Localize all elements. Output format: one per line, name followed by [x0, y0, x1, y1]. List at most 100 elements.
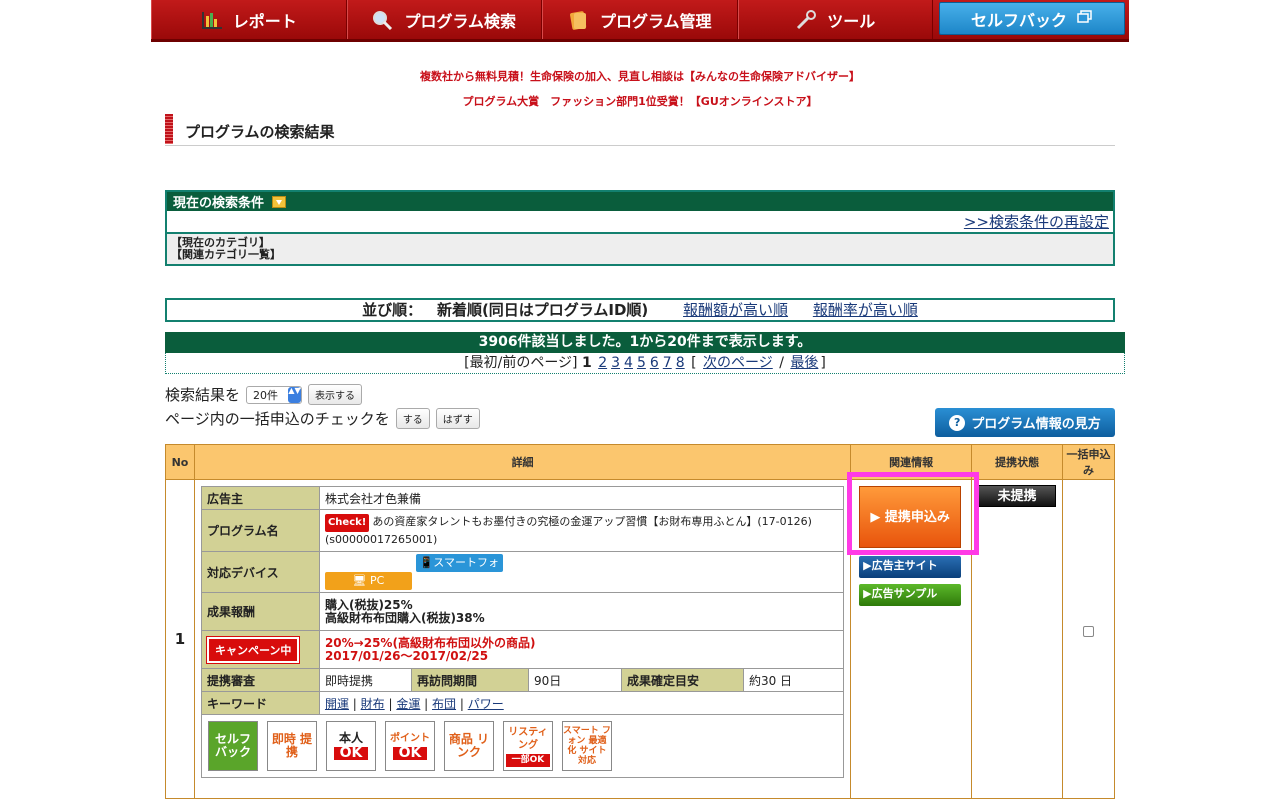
page-title-text: プログラムの検索結果: [185, 123, 335, 141]
review-value: 即時提携: [318, 668, 412, 692]
col-detail: 詳細: [193, 444, 852, 480]
device-sp-badge: 📱スマートフォン: [415, 554, 503, 587]
pager-page-3[interactable]: 3: [611, 355, 620, 371]
self-badge-ok: OK: [333, 746, 369, 760]
show-button[interactable]: 表示する: [308, 384, 363, 405]
pagination: [最初/前のページ] 1 2345678 [ 次のページ / 最後]: [165, 353, 1125, 374]
program-name[interactable]: あの資産家タレントもお墨付きの究極の金運アップ習慣【お財布専用ふとん】(17-0…: [325, 515, 812, 546]
product-link-badge: 商品 リンク: [443, 721, 494, 771]
reset-conditions-link[interactable]: >>検索条件の再設定: [964, 213, 1109, 231]
nav-tools-label: ツール: [827, 11, 876, 31]
point-badge-top: ポイント: [389, 733, 430, 744]
check-badge: Check!: [324, 513, 370, 532]
listing-badge-ok: 一部OK: [505, 753, 551, 767]
sort-current: 新着順(同日はプログラムID順): [436, 301, 649, 319]
promo-link-2[interactable]: プログラム大賞 ファッション部門1位受賞！【GUオンラインストア】: [0, 93, 1280, 109]
nav-search[interactable]: プログラム検索: [346, 0, 542, 39]
ad-sample-label: 広告サンプル: [871, 587, 938, 600]
self-ok-badge: 本人 OK: [325, 721, 376, 771]
col-no: No: [165, 444, 195, 480]
device-label: 対応デバイス: [200, 551, 320, 593]
highlight-box: [847, 472, 979, 555]
keyword-label: キーワード: [200, 691, 320, 715]
sort-by-amount-link[interactable]: 報酬額が高い順: [683, 301, 788, 319]
current-category-label: 【現在のカテゴリ】: [171, 236, 270, 249]
wrench-icon: [795, 9, 817, 30]
keyword-link[interactable]: 財布: [361, 697, 385, 711]
ad-sample-button[interactable]: ▶広告サンプル: [859, 584, 962, 606]
magnifier-icon: [372, 10, 394, 30]
point-badge-ok: OK: [392, 746, 428, 760]
per-page-select[interactable]: 20件 ▲▼: [246, 385, 303, 404]
dropdown-toggle-icon[interactable]: [272, 195, 287, 208]
nav-report-label: レポート: [232, 11, 297, 31]
pager-page-6[interactable]: 6: [650, 355, 659, 371]
feature-badges: セルフ バック 即時 提携 本人 OK ポイント OK 商品 リンク リスティ ング…: [200, 715, 845, 778]
reward-1: 購入(税抜)25%: [324, 597, 413, 612]
conditions-header[interactable]: 現在の検索条件: [167, 192, 1113, 211]
smartphone-badge: スマート フォン 最適化 サイト対応: [561, 721, 612, 771]
pager-current: 1: [581, 355, 592, 371]
device-pc-label: PC: [370, 574, 385, 587]
program-detail-table: 広告主 株式会社才色兼備 プログラム名 Check! あの資産家タレントもお墨付きの究…: [200, 486, 845, 715]
keyword-link[interactable]: パワー: [468, 697, 504, 711]
advertiser-site-button[interactable]: ▶広告主サイト: [859, 556, 962, 578]
revisit-label: 再訪問期間: [410, 668, 529, 692]
campaign-detail: 20%→25%(高級財布布団以外の商品): [324, 635, 536, 650]
nav-selfback-button[interactable]: セルフバック: [939, 2, 1125, 35]
check-all-button[interactable]: する: [395, 408, 430, 429]
pager-slash: /: [779, 355, 784, 371]
pager-first-prev: [最初/前のページ]: [464, 355, 578, 371]
per-page-control: 検索結果を 20件 ▲▼ 表示する: [165, 384, 363, 405]
reward-2: 高級財布布団購入(税抜)38%: [324, 610, 485, 625]
campaign-badge: キャンペーン中: [205, 635, 301, 664]
sort-label: 並び順：: [362, 301, 423, 319]
sort-bar: 並び順： 新着順(同日はプログラムID順) 報酬額が高い順 報酬率が高い順: [165, 298, 1115, 322]
review-label: 提携審査: [200, 668, 320, 692]
bulk-label: ページ内の一括申込のチェックを: [165, 410, 390, 428]
program-label: プログラム名: [200, 509, 320, 552]
pager-page-4[interactable]: 4: [624, 355, 633, 371]
nav-manage-label: プログラム管理: [599, 11, 712, 31]
folder-icon: [568, 10, 590, 30]
pager-bracket-close: ]: [820, 355, 826, 371]
nav-report[interactable]: レポート: [151, 0, 347, 39]
keyword-link[interactable]: 布団: [432, 697, 456, 711]
nav-manage[interactable]: プログラム管理: [542, 0, 738, 39]
bulk-apply-checkbox[interactable]: [1083, 626, 1095, 637]
pager-page-8[interactable]: 8: [676, 355, 685, 371]
keyword-link[interactable]: 開運: [325, 697, 349, 711]
listing-badge-top: リスティ ング: [508, 726, 548, 751]
nav-selfback-label: セルフバック: [970, 10, 1067, 30]
sort-by-rate-link[interactable]: 報酬率が高い順: [813, 301, 918, 319]
keyword-link[interactable]: 金運: [396, 697, 420, 711]
selfback-badge: セルフ バック: [207, 721, 258, 771]
pager-page-7[interactable]: 7: [663, 355, 672, 371]
col-status: 提携状態: [971, 444, 1064, 480]
page-title: プログラムの検索結果: [165, 112, 1115, 146]
self-badge-top: 本人: [338, 731, 363, 745]
related-category-label: 【関連カテゴリ一覧】: [171, 248, 281, 261]
select-arrows-icon: ▲▼: [288, 386, 302, 403]
device-sp-label: スマートフォン: [433, 556, 499, 587]
pager-page-5[interactable]: 5: [637, 355, 646, 371]
listing-badge: リスティ ング一部OK: [502, 721, 553, 771]
row-number: 1: [165, 479, 195, 799]
per-page-value: 20件: [253, 388, 279, 402]
bar-chart-icon: [201, 10, 223, 30]
results-summary: 3906件該当しました。1から20件まで表示します。: [165, 332, 1125, 353]
nav-tools[interactable]: ツール: [737, 0, 933, 39]
pager-page-2[interactable]: 2: [598, 355, 607, 371]
pager-next-link[interactable]: 次のページ: [703, 355, 773, 371]
col-bulk: 一括申込み: [1062, 444, 1115, 480]
uncheck-all-button[interactable]: はずす: [435, 408, 480, 429]
howto-label: プログラム情報の見方: [971, 417, 1101, 432]
search-conditions-panel: 現在の検索条件 >>検索条件の再設定 【現在のカテゴリ】 【関連カテゴリ一覧】: [165, 190, 1115, 266]
nav-search-label: プログラム検索: [404, 11, 517, 31]
pager-bracket-open: [: [691, 355, 697, 371]
conditions-header-label: 現在の検索条件: [173, 196, 265, 211]
promo-link-1[interactable]: 複数社から無料見積！生命保険の加入、見直し相談は【みんなの生命保険アドバイザー】: [0, 68, 1280, 84]
advertiser-value: 株式会社才色兼備: [318, 486, 845, 510]
program-info-guide-button[interactable]: ? プログラム情報の見方: [935, 408, 1115, 437]
pager-last-link[interactable]: 最後: [790, 355, 818, 371]
